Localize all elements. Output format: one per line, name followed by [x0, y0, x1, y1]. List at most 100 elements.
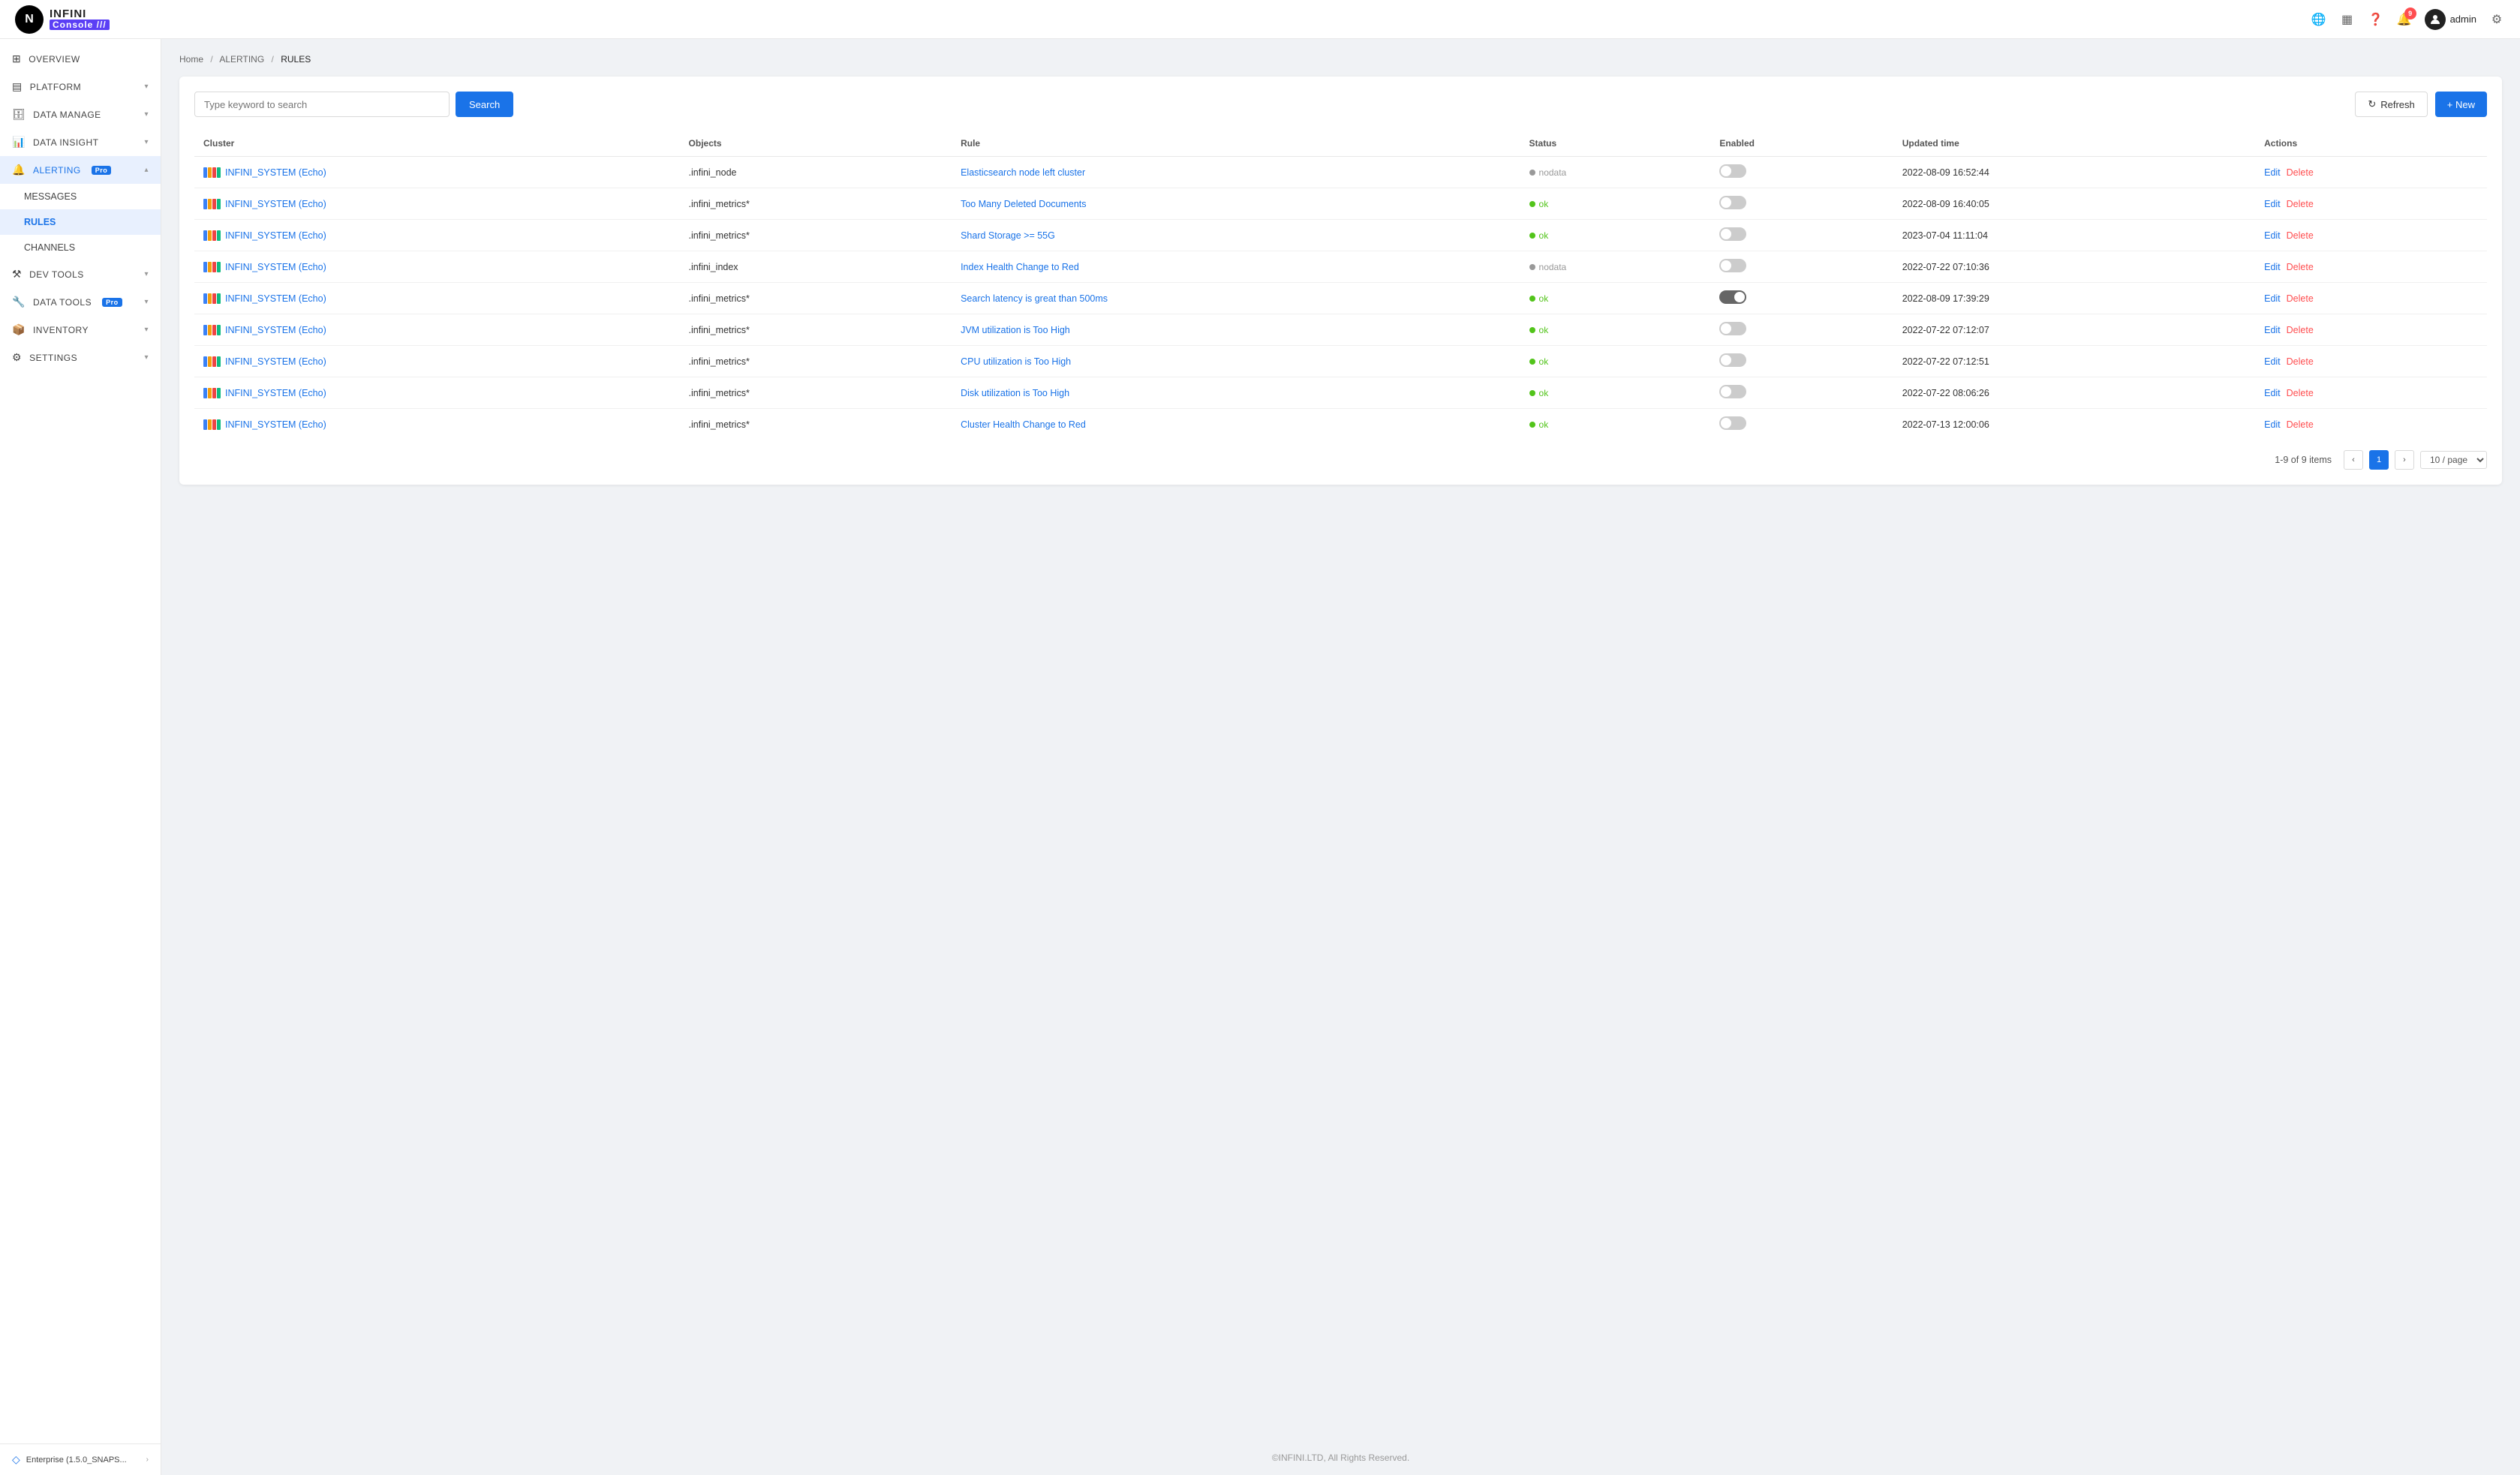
- refresh-button[interactable]: ↻ Refresh: [2355, 92, 2427, 117]
- table-header-row: Cluster Objects Rule Status Enabled Upda…: [194, 131, 2487, 157]
- rule-link-6[interactable]: CPU utilization is Too High: [961, 356, 1071, 367]
- edit-link-0[interactable]: Edit: [2264, 167, 2281, 178]
- cell-actions-8: Edit Delete: [2255, 409, 2487, 440]
- settings-icon[interactable]: ⚙: [2488, 11, 2505, 28]
- flag-red-2: [212, 230, 216, 241]
- cluster-link-6[interactable]: INFINI_SYSTEM (Echo): [225, 356, 326, 367]
- logo-area[interactable]: N INFINI Console ///: [15, 5, 110, 34]
- cell-cluster-8: INFINI_SYSTEM (Echo): [194, 409, 680, 440]
- rule-link-2[interactable]: Shard Storage >= 55G: [961, 230, 1055, 241]
- edit-link-1[interactable]: Edit: [2264, 199, 2281, 209]
- rule-link-1[interactable]: Too Many Deleted Documents: [961, 199, 1086, 209]
- toggle-8[interactable]: [1719, 416, 1746, 430]
- breadcrumb-home[interactable]: Home: [179, 54, 203, 65]
- cluster-link-7[interactable]: INFINI_SYSTEM (Echo): [225, 388, 326, 398]
- cell-actions-7: Edit Delete: [2255, 377, 2487, 409]
- cell-enabled-5: [1710, 314, 1893, 346]
- cell-rule-2: Shard Storage >= 55G: [952, 220, 1520, 251]
- cluster-link-3[interactable]: INFINI_SYSTEM (Echo): [225, 262, 326, 272]
- edit-link-8[interactable]: Edit: [2264, 419, 2281, 430]
- rule-link-3[interactable]: Index Health Change to Red: [961, 262, 1079, 272]
- cluster-link-5[interactable]: INFINI_SYSTEM (Echo): [225, 325, 326, 335]
- pagination-next[interactable]: ›: [2395, 450, 2414, 470]
- toggle-6[interactable]: [1719, 353, 1746, 367]
- flag-green-5: [217, 325, 221, 335]
- toggle-2[interactable]: [1719, 227, 1746, 241]
- toggle-1[interactable]: [1719, 196, 1746, 209]
- toggle-7[interactable]: [1719, 385, 1746, 398]
- rule-link-7[interactable]: Disk utilization is Too High: [961, 388, 1069, 398]
- new-button[interactable]: + New: [2435, 92, 2487, 117]
- cluster-link-8[interactable]: INFINI_SYSTEM (Echo): [225, 419, 326, 430]
- per-page-select[interactable]: 10 / page 20 / page 50 / page: [2420, 451, 2487, 469]
- sidebar-bottom[interactable]: ◇ Enterprise (1.5.0_SNAPS... ›: [0, 1443, 161, 1475]
- settings-chevron: ▾: [144, 353, 149, 362]
- sidebar-item-data-manage-label: DATA MANAGE: [33, 110, 101, 120]
- cell-rule-8: Cluster Health Change to Red: [952, 409, 1520, 440]
- delete-link-1[interactable]: Delete: [2287, 199, 2314, 209]
- edit-link-2[interactable]: Edit: [2264, 230, 2281, 241]
- sidebar-item-messages[interactable]: MESSAGES: [0, 184, 161, 209]
- sidebar-item-data-manage[interactable]: 🗄 DATA MANAGE ▾: [0, 101, 161, 128]
- sidebar-item-channels[interactable]: CHANNELS: [0, 235, 161, 260]
- breadcrumb-alerting[interactable]: ALERTING: [219, 54, 264, 65]
- sidebar-item-data-tools[interactable]: 🔧 DATA TOOLS Pro ▾: [0, 288, 161, 316]
- cluster-link-0[interactable]: INFINI_SYSTEM (Echo): [225, 167, 326, 178]
- sidebar-item-data-insight[interactable]: 📊 DATA INSIGHT ▾: [0, 128, 161, 156]
- sidebar-item-inventory[interactable]: 📦 INVENTORY ▾: [0, 316, 161, 344]
- edit-link-6[interactable]: Edit: [2264, 356, 2281, 367]
- translate-icon[interactable]: 🌐: [2311, 11, 2327, 28]
- delete-link-0[interactable]: Delete: [2287, 167, 2314, 178]
- notification-icon[interactable]: 🔔 9: [2396, 11, 2413, 28]
- delete-link-2[interactable]: Delete: [2287, 230, 2314, 241]
- sidebar-item-platform[interactable]: ▤ PLATFORM ▾: [0, 73, 161, 101]
- cluster-flag-0: [203, 167, 221, 178]
- delete-link-3[interactable]: Delete: [2287, 262, 2314, 272]
- toggle-4[interactable]: [1719, 290, 1746, 304]
- delete-link-8[interactable]: Delete: [2287, 419, 2314, 430]
- flag-yellow-2: [208, 230, 212, 241]
- edit-link-4[interactable]: Edit: [2264, 293, 2281, 304]
- rule-link-8[interactable]: Cluster Health Change to Red: [961, 419, 1086, 430]
- cell-cluster-6: INFINI_SYSTEM (Echo): [194, 346, 680, 377]
- cluster-flag-2: [203, 230, 221, 241]
- cell-cluster-3: INFINI_SYSTEM (Echo): [194, 251, 680, 283]
- pagination-page-1[interactable]: 1: [2369, 450, 2389, 470]
- cluster-link-4[interactable]: INFINI_SYSTEM (Echo): [225, 293, 326, 304]
- rule-link-5[interactable]: JVM utilization is Too High: [961, 325, 1070, 335]
- edit-link-7[interactable]: Edit: [2264, 388, 2281, 398]
- search-input[interactable]: [194, 92, 450, 117]
- cell-status-7: ok: [1520, 377, 1711, 409]
- delete-link-4[interactable]: Delete: [2287, 293, 2314, 304]
- cluster-link-1[interactable]: INFINI_SYSTEM (Echo): [225, 199, 326, 209]
- sidebar-item-rules[interactable]: RULES: [0, 209, 161, 235]
- delete-link-7[interactable]: Delete: [2287, 388, 2314, 398]
- sidebar-item-overview[interactable]: ⊞ OVERVIEW: [0, 45, 161, 73]
- layout-icon[interactable]: ▦: [2339, 11, 2356, 28]
- pagination-prev[interactable]: ‹: [2344, 450, 2363, 470]
- help-icon[interactable]: ❓: [2368, 11, 2384, 28]
- sidebar-nav: ⊞ OVERVIEW ▤ PLATFORM ▾ 🗄 DATA MANAGE ▾: [0, 39, 161, 1443]
- data-insight-icon: 📊: [12, 136, 26, 149]
- sidebar-item-alerting[interactable]: 🔔 ALERTING Pro ▴: [0, 156, 161, 184]
- sidebar-item-dev-tools[interactable]: ⚒ DEV TOOLS ▾: [0, 260, 161, 288]
- status-dot-6: [1529, 359, 1535, 365]
- rule-link-0[interactable]: Elasticsearch node left cluster: [961, 167, 1085, 178]
- toggle-0[interactable]: [1719, 164, 1746, 178]
- cell-time-1: 2022-08-09 16:40:05: [1893, 188, 2255, 220]
- edit-link-5[interactable]: Edit: [2264, 325, 2281, 335]
- search-button[interactable]: Search: [456, 92, 513, 117]
- edit-link-3[interactable]: Edit: [2264, 262, 2281, 272]
- flag-red-0: [212, 167, 216, 178]
- user-area[interactable]: admin: [2425, 9, 2476, 30]
- delete-link-5[interactable]: Delete: [2287, 325, 2314, 335]
- col-rule: Rule: [952, 131, 1520, 157]
- toggle-3[interactable]: [1719, 259, 1746, 272]
- sidebar-item-settings[interactable]: ⚙ SETTINGS ▾: [0, 344, 161, 371]
- toggle-5[interactable]: [1719, 322, 1746, 335]
- cluster-link-2[interactable]: INFINI_SYSTEM (Echo): [225, 230, 326, 241]
- delete-link-6[interactable]: Delete: [2287, 356, 2314, 367]
- rule-link-4[interactable]: Search latency is great than 500ms: [961, 293, 1108, 304]
- cluster-cell-4: INFINI_SYSTEM (Echo): [203, 293, 671, 304]
- cluster-flag-6: [203, 356, 221, 367]
